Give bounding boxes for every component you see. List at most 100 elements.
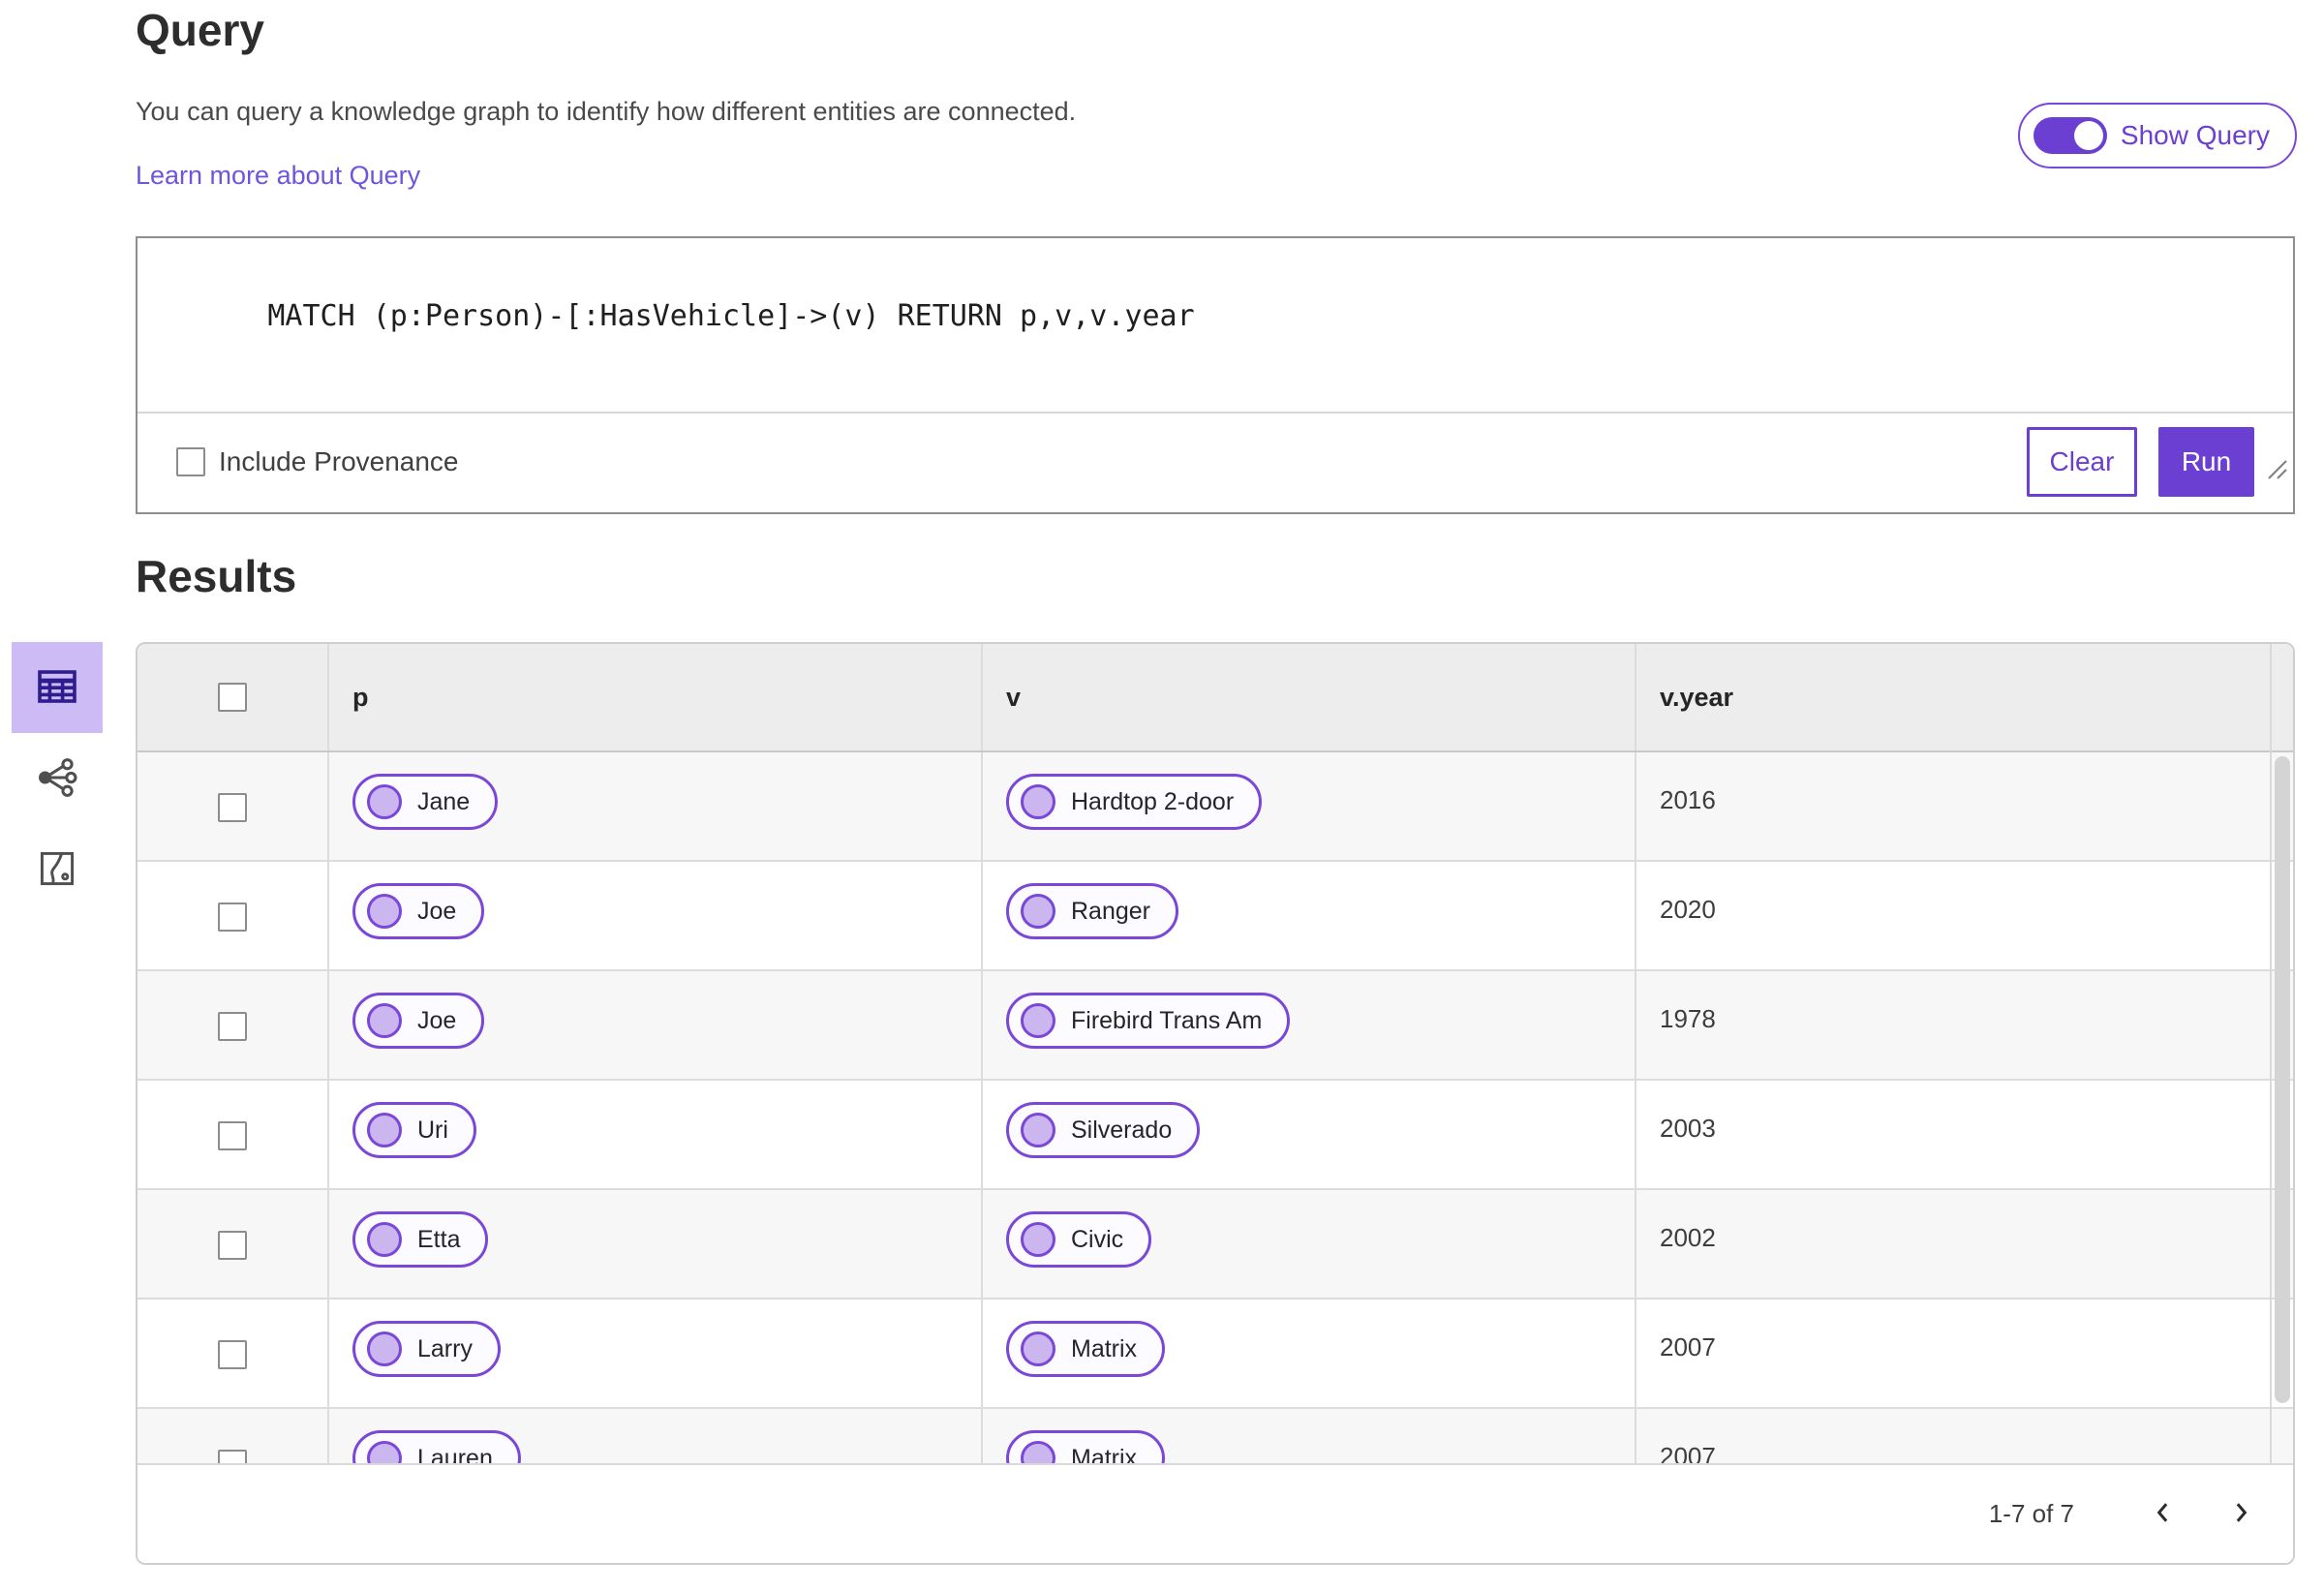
vehicle-pill[interactable]: Firebird Trans Am: [1006, 993, 1291, 1049]
person-cell: Jane: [327, 752, 981, 860]
row-checkbox[interactable]: [218, 903, 247, 932]
entity-label: Uri: [417, 1116, 448, 1144]
resize-handle-icon[interactable]: [2260, 379, 2289, 479]
person-pill[interactable]: Etta: [352, 1211, 489, 1268]
select-all-checkbox[interactable]: [218, 683, 247, 712]
entity-node-icon: [367, 1222, 402, 1257]
person-pill[interactable]: Jane: [352, 774, 499, 830]
person-pill[interactable]: Larry: [352, 1321, 501, 1377]
table-row: Joe Firebird Trans Am 1978: [138, 971, 2293, 1081]
row-checkbox[interactable]: [218, 1121, 247, 1150]
table-row: Lauren Matrix 2007: [138, 1409, 2293, 1465]
clear-button[interactable]: Clear: [2027, 427, 2137, 497]
select-all-cell: [138, 644, 327, 750]
entity-node-icon: [367, 894, 402, 929]
view-graph-button[interactable]: [12, 733, 103, 824]
person-cell: Uri: [327, 1081, 981, 1188]
vehicle-pill[interactable]: Matrix: [1006, 1430, 1166, 1466]
view-table-button[interactable]: [12, 642, 103, 733]
entity-node-icon: [367, 1331, 402, 1366]
entity-label: Ranger: [1071, 897, 1150, 925]
table-row: Larry Matrix 2007: [138, 1300, 2293, 1409]
next-page-button[interactable]: [2214, 1487, 2268, 1542]
vehicle-cell: Ranger: [981, 862, 1635, 969]
entity-node-icon: [1021, 1331, 1055, 1366]
scrollbar-track: [2270, 644, 2272, 1463]
table-header-row: p v v.year: [138, 644, 2293, 752]
pagination-range-label: 1-7 of 7: [1988, 1499, 2074, 1528]
year-cell: 2003: [1635, 1081, 2293, 1188]
entity-label: Silverado: [1071, 1116, 1173, 1144]
vehicle-pill[interactable]: Civic: [1006, 1211, 1152, 1268]
row-checkbox[interactable]: [218, 793, 247, 822]
entity-label: Firebird Trans Am: [1071, 1006, 1263, 1034]
map-view-icon: [36, 847, 78, 893]
entity-node-icon: [367, 1113, 402, 1147]
year-cell: 2016: [1635, 752, 2293, 860]
table-body: Jane Hardtop 2-door 2016 Joe Ranger 2020 Joe Fi…: [138, 752, 2293, 1465]
vehicle-cell: Civic: [981, 1190, 1635, 1298]
entity-label: Lauren: [417, 1444, 493, 1466]
column-header-p[interactable]: p: [327, 644, 981, 750]
table-row: Joe Ranger 2020: [138, 862, 2293, 971]
entity-label: Matrix: [1071, 1444, 1138, 1466]
results-table-card: p v v.year Jane Hardtop 2-door 2016 Joe Rang…: [136, 642, 2295, 1565]
person-pill[interactable]: Lauren: [352, 1430, 521, 1465]
person-cell: Larry: [327, 1300, 981, 1407]
row-select-cell: [138, 1409, 327, 1465]
vehicle-pill[interactable]: Ranger: [1006, 883, 1178, 939]
scrollbar-thumb[interactable]: [2275, 756, 2290, 1403]
show-query-toggle[interactable]: Show Query: [2017, 103, 2297, 168]
show-query-label: Show Query: [2120, 120, 2270, 150]
person-cell: Joe: [327, 971, 981, 1079]
vehicle-pill[interactable]: Silverado: [1006, 1102, 1201, 1158]
vehicle-pill[interactable]: Matrix: [1006, 1321, 1166, 1377]
entity-node-icon: [1021, 1003, 1055, 1038]
entity-label: Joe: [417, 897, 457, 925]
chevron-right-icon: [2226, 1498, 2255, 1530]
entity-node-icon: [367, 1003, 402, 1038]
entity-label: Larry: [417, 1334, 473, 1362]
row-select-cell: [138, 1081, 327, 1188]
vehicle-cell: Firebird Trans Am: [981, 971, 1635, 1079]
view-switcher: [12, 642, 103, 915]
vehicle-pill[interactable]: Hardtop 2-door: [1006, 774, 1263, 830]
column-header-v[interactable]: v: [981, 644, 1635, 750]
row-select-cell: [138, 971, 327, 1079]
toggle-switch-icon[interactable]: [2033, 117, 2107, 154]
entity-node-icon: [1021, 784, 1055, 819]
run-button[interactable]: Run: [2158, 427, 2254, 497]
results-title: Results: [136, 551, 297, 601]
row-select-cell: [138, 1300, 327, 1407]
row-checkbox[interactable]: [218, 1340, 247, 1369]
row-checkbox[interactable]: [218, 1012, 247, 1041]
person-pill[interactable]: Joe: [352, 883, 485, 939]
person-cell: Lauren: [327, 1409, 981, 1465]
include-provenance-checkbox[interactable]: [176, 447, 205, 476]
view-map-button[interactable]: [12, 824, 103, 915]
entity-node-icon: [1021, 1441, 1055, 1465]
person-pill[interactable]: Joe: [352, 993, 485, 1049]
column-header-v-year[interactable]: v.year: [1635, 644, 2293, 750]
person-pill[interactable]: Uri: [352, 1102, 476, 1158]
query-page: Query You can query a knowledge graph to…: [0, 0, 2324, 1591]
include-provenance-option[interactable]: Include Provenance: [176, 446, 459, 477]
person-cell: Etta: [327, 1190, 981, 1298]
query-actions: Clear Run: [2027, 427, 2254, 497]
table-view-icon: [34, 663, 80, 713]
row-checkbox[interactable]: [218, 1231, 247, 1260]
entity-label: Etta: [417, 1225, 461, 1253]
entity-node-icon: [367, 784, 402, 819]
vehicle-cell: Matrix: [981, 1300, 1635, 1407]
year-cell: 2007: [1635, 1300, 2293, 1407]
query-description: You can query a knowledge graph to ident…: [136, 97, 1077, 126]
query-input[interactable]: MATCH (p:Person)-[:HasVehicle]->(v) RETU…: [138, 238, 2293, 479]
previous-page-button[interactable]: [2136, 1487, 2190, 1542]
year-cell: 2002: [1635, 1190, 2293, 1298]
table-row: Uri Silverado 2003: [138, 1081, 2293, 1190]
entity-label: Matrix: [1071, 1334, 1138, 1362]
entity-node-icon: [367, 1441, 402, 1465]
entity-node-icon: [1021, 894, 1055, 929]
learn-more-link[interactable]: Learn more about Query: [136, 161, 420, 191]
person-cell: Joe: [327, 862, 981, 969]
